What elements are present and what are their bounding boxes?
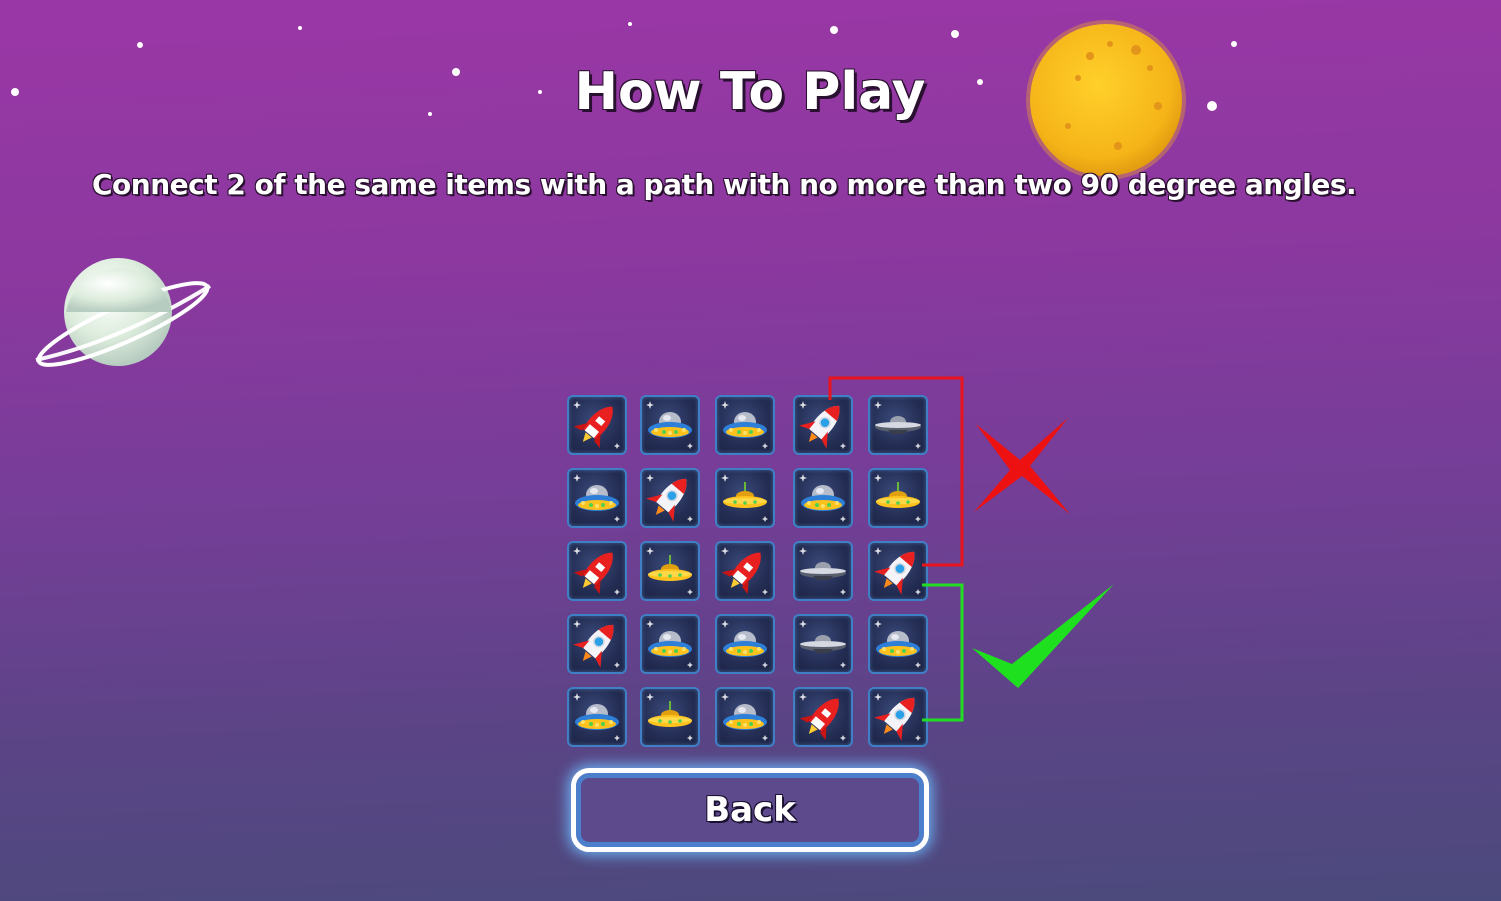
gold-ufo-icon (646, 547, 693, 595)
white-rocket-icon (645, 474, 693, 522)
blue-ufo-icon (573, 474, 620, 522)
star (628, 22, 632, 26)
tile-r4-c5[interactable] (868, 614, 928, 674)
blue-ufo-icon (874, 620, 921, 668)
tile-r4-c4[interactable] (793, 614, 853, 674)
tile-r4-c1[interactable] (567, 614, 627, 674)
star (1231, 41, 1237, 47)
tile-r2-c5[interactable] (868, 468, 928, 528)
red-rocket-icon (721, 547, 768, 595)
tile-r5-c4[interactable] (793, 687, 853, 747)
star (951, 30, 959, 38)
tile-r1-c2[interactable] (640, 395, 700, 455)
tile-r2-c4[interactable] (793, 468, 853, 528)
star (1207, 101, 1217, 111)
tile-r5-c1[interactable] (567, 687, 627, 747)
tile-r5-c3[interactable] (715, 687, 775, 747)
planet-icon (35, 258, 212, 367)
tile-r3-c1[interactable] (567, 541, 627, 601)
gold-ufo-icon (721, 474, 768, 522)
red-rocket-icon (573, 547, 620, 595)
tile-r4-c2[interactable] (640, 614, 700, 674)
tile-r1-c5[interactable] (868, 395, 928, 455)
dark-ufo-icon (874, 401, 921, 449)
white-rocket-icon (572, 620, 620, 668)
instruction-text: Connect 2 of the same items with a path … (92, 168, 1357, 201)
tile-r3-c3[interactable] (715, 541, 775, 601)
gold-ufo-icon (646, 693, 693, 741)
tile-r1-c4[interactable] (793, 395, 853, 455)
back-button-label: Back (704, 790, 796, 830)
tile-r1-c1[interactable] (567, 395, 627, 455)
blue-ufo-icon (721, 620, 768, 668)
tile-r3-c2[interactable] (640, 541, 700, 601)
back-button[interactable]: Back (571, 768, 929, 852)
dark-ufo-icon (799, 547, 846, 595)
blue-ufo-icon (646, 401, 693, 449)
tile-r3-c5[interactable] (868, 541, 928, 601)
blue-ufo-icon (721, 693, 768, 741)
blue-ufo-icon (573, 693, 620, 741)
star (428, 112, 432, 116)
star (298, 26, 302, 30)
tile-r3-c4[interactable] (793, 541, 853, 601)
cross-icon (974, 418, 1070, 514)
blue-ufo-icon (799, 474, 846, 522)
tile-r2-c2[interactable] (640, 468, 700, 528)
star (137, 42, 143, 48)
page-title: How To Play (574, 62, 926, 122)
tile-r5-c2[interactable] (640, 687, 700, 747)
tile-r2-c1[interactable] (567, 468, 627, 528)
tile-r4-c3[interactable] (715, 614, 775, 674)
dark-ufo-icon (799, 620, 846, 668)
star (11, 88, 19, 96)
game-screen: How To Play Connect 2 of the same items … (0, 0, 1501, 901)
tile-r2-c3[interactable] (715, 468, 775, 528)
valid-path (922, 583, 964, 722)
white-rocket-icon (798, 401, 846, 449)
white-rocket-icon (873, 693, 921, 741)
red-rocket-icon (799, 693, 846, 741)
tile-r1-c3[interactable] (715, 395, 775, 455)
tile-r5-c5[interactable] (868, 687, 928, 747)
checkmark-icon (972, 584, 1114, 688)
blue-ufo-icon (721, 401, 768, 449)
red-rocket-icon (573, 401, 620, 449)
blue-ufo-icon (646, 620, 693, 668)
white-rocket-icon (873, 547, 921, 595)
gold-ufo-icon (874, 474, 921, 522)
star (830, 26, 838, 34)
